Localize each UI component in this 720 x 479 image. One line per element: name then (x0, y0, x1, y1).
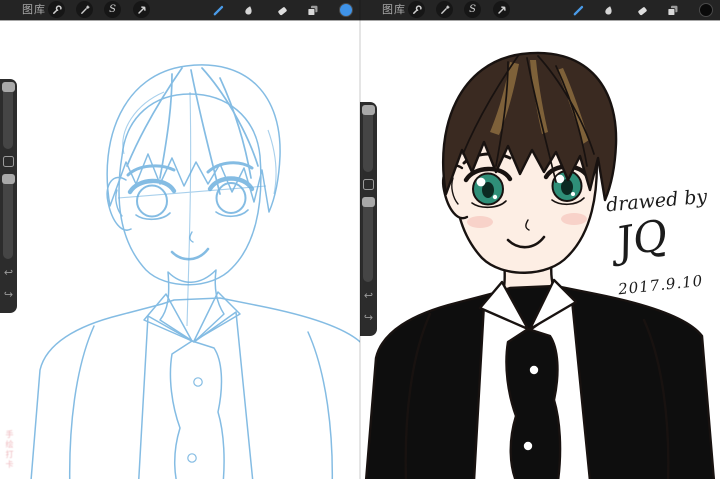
procreate-window-right: 图库 S drawed by JQ 2017.9.10 ↩ ↪ (360, 0, 720, 479)
brush-tool-button[interactable] (210, 2, 226, 18)
window-split-divider[interactable] (359, 0, 361, 479)
actions-button[interactable] (408, 1, 425, 18)
layers-button[interactable] (664, 2, 680, 18)
wrench-icon (52, 4, 62, 14)
smudge-finger-icon (604, 5, 612, 15)
adjustments-button[interactable] (436, 1, 453, 18)
eraser-tool-button[interactable] (634, 2, 650, 18)
sketch-artwork (30, 64, 360, 479)
color-swatch[interactable] (339, 3, 353, 17)
arrow-cursor-icon (497, 5, 506, 14)
eraser-icon (277, 6, 287, 15)
eraser-tool-button[interactable] (274, 2, 290, 18)
layers-button[interactable] (304, 2, 320, 18)
selection-button[interactable]: S (464, 1, 481, 18)
s-glyph-icon: S (469, 3, 476, 15)
brush-size-slider[interactable] (3, 83, 13, 149)
modify-button[interactable] (363, 179, 374, 190)
magic-wand-icon (440, 5, 449, 14)
layers-icon (667, 5, 677, 16)
eraser-icon (637, 6, 647, 15)
s-glyph-icon: S (109, 3, 116, 15)
opacity-handle[interactable] (362, 197, 375, 207)
redo-button[interactable]: ↪ (360, 312, 377, 324)
drawing-canvas-sketch[interactable]: 手绘打卡 (0, 20, 360, 479)
gallery-button[interactable]: 图库 (22, 4, 46, 16)
redo-icon: ↪ (3, 289, 14, 301)
smudge-tool-button[interactable] (240, 2, 256, 18)
selection-button[interactable]: S (104, 1, 121, 18)
layers-icon (307, 5, 317, 16)
drawing-canvas-colored[interactable]: drawed by JQ 2017.9.10 (360, 20, 720, 479)
opacity-handle[interactable] (2, 174, 15, 184)
wrench-icon (412, 4, 422, 14)
transform-button[interactable] (133, 1, 150, 18)
watermark-vertical-text: 手绘打卡 (5, 430, 14, 470)
redo-icon: ↪ (363, 312, 374, 324)
brush-stroke-icon (573, 5, 583, 15)
brush-controls-sidebar: ↩ ↪ (0, 79, 17, 313)
magic-wand-icon (80, 5, 89, 14)
undo-icon: ↩ (3, 267, 14, 279)
opacity-slider[interactable] (3, 175, 13, 259)
undo-button[interactable]: ↩ (0, 267, 17, 279)
color-swatch[interactable] (699, 3, 713, 17)
brush-size-handle[interactable] (2, 82, 15, 92)
transform-button[interactable] (493, 1, 510, 18)
smudge-finger-icon (244, 5, 252, 15)
opacity-slider[interactable] (363, 198, 373, 282)
actions-button[interactable] (48, 1, 65, 18)
smudge-tool-button[interactable] (600, 2, 616, 18)
procreate-window-left: 图库 S 手绘打卡 ↩ ↪ (0, 0, 360, 479)
redo-button[interactable]: ↪ (0, 289, 17, 301)
brush-stroke-icon (213, 5, 223, 15)
adjustments-button[interactable] (76, 1, 93, 18)
brush-tool-button[interactable] (570, 2, 586, 18)
brush-controls-sidebar: ↩ ↪ (360, 102, 377, 336)
toolbar-right: 图库 S (360, 0, 720, 20)
brush-size-slider[interactable] (363, 106, 373, 172)
undo-button[interactable]: ↩ (360, 290, 377, 302)
signature-monogram: JQ (612, 209, 672, 268)
undo-icon: ↩ (363, 290, 374, 302)
brush-size-handle[interactable] (362, 105, 375, 115)
gallery-button[interactable]: 图库 (382, 4, 406, 16)
toolbar-left: 图库 S (0, 0, 360, 20)
arrow-cursor-icon (137, 5, 146, 14)
modify-button[interactable] (3, 156, 14, 167)
